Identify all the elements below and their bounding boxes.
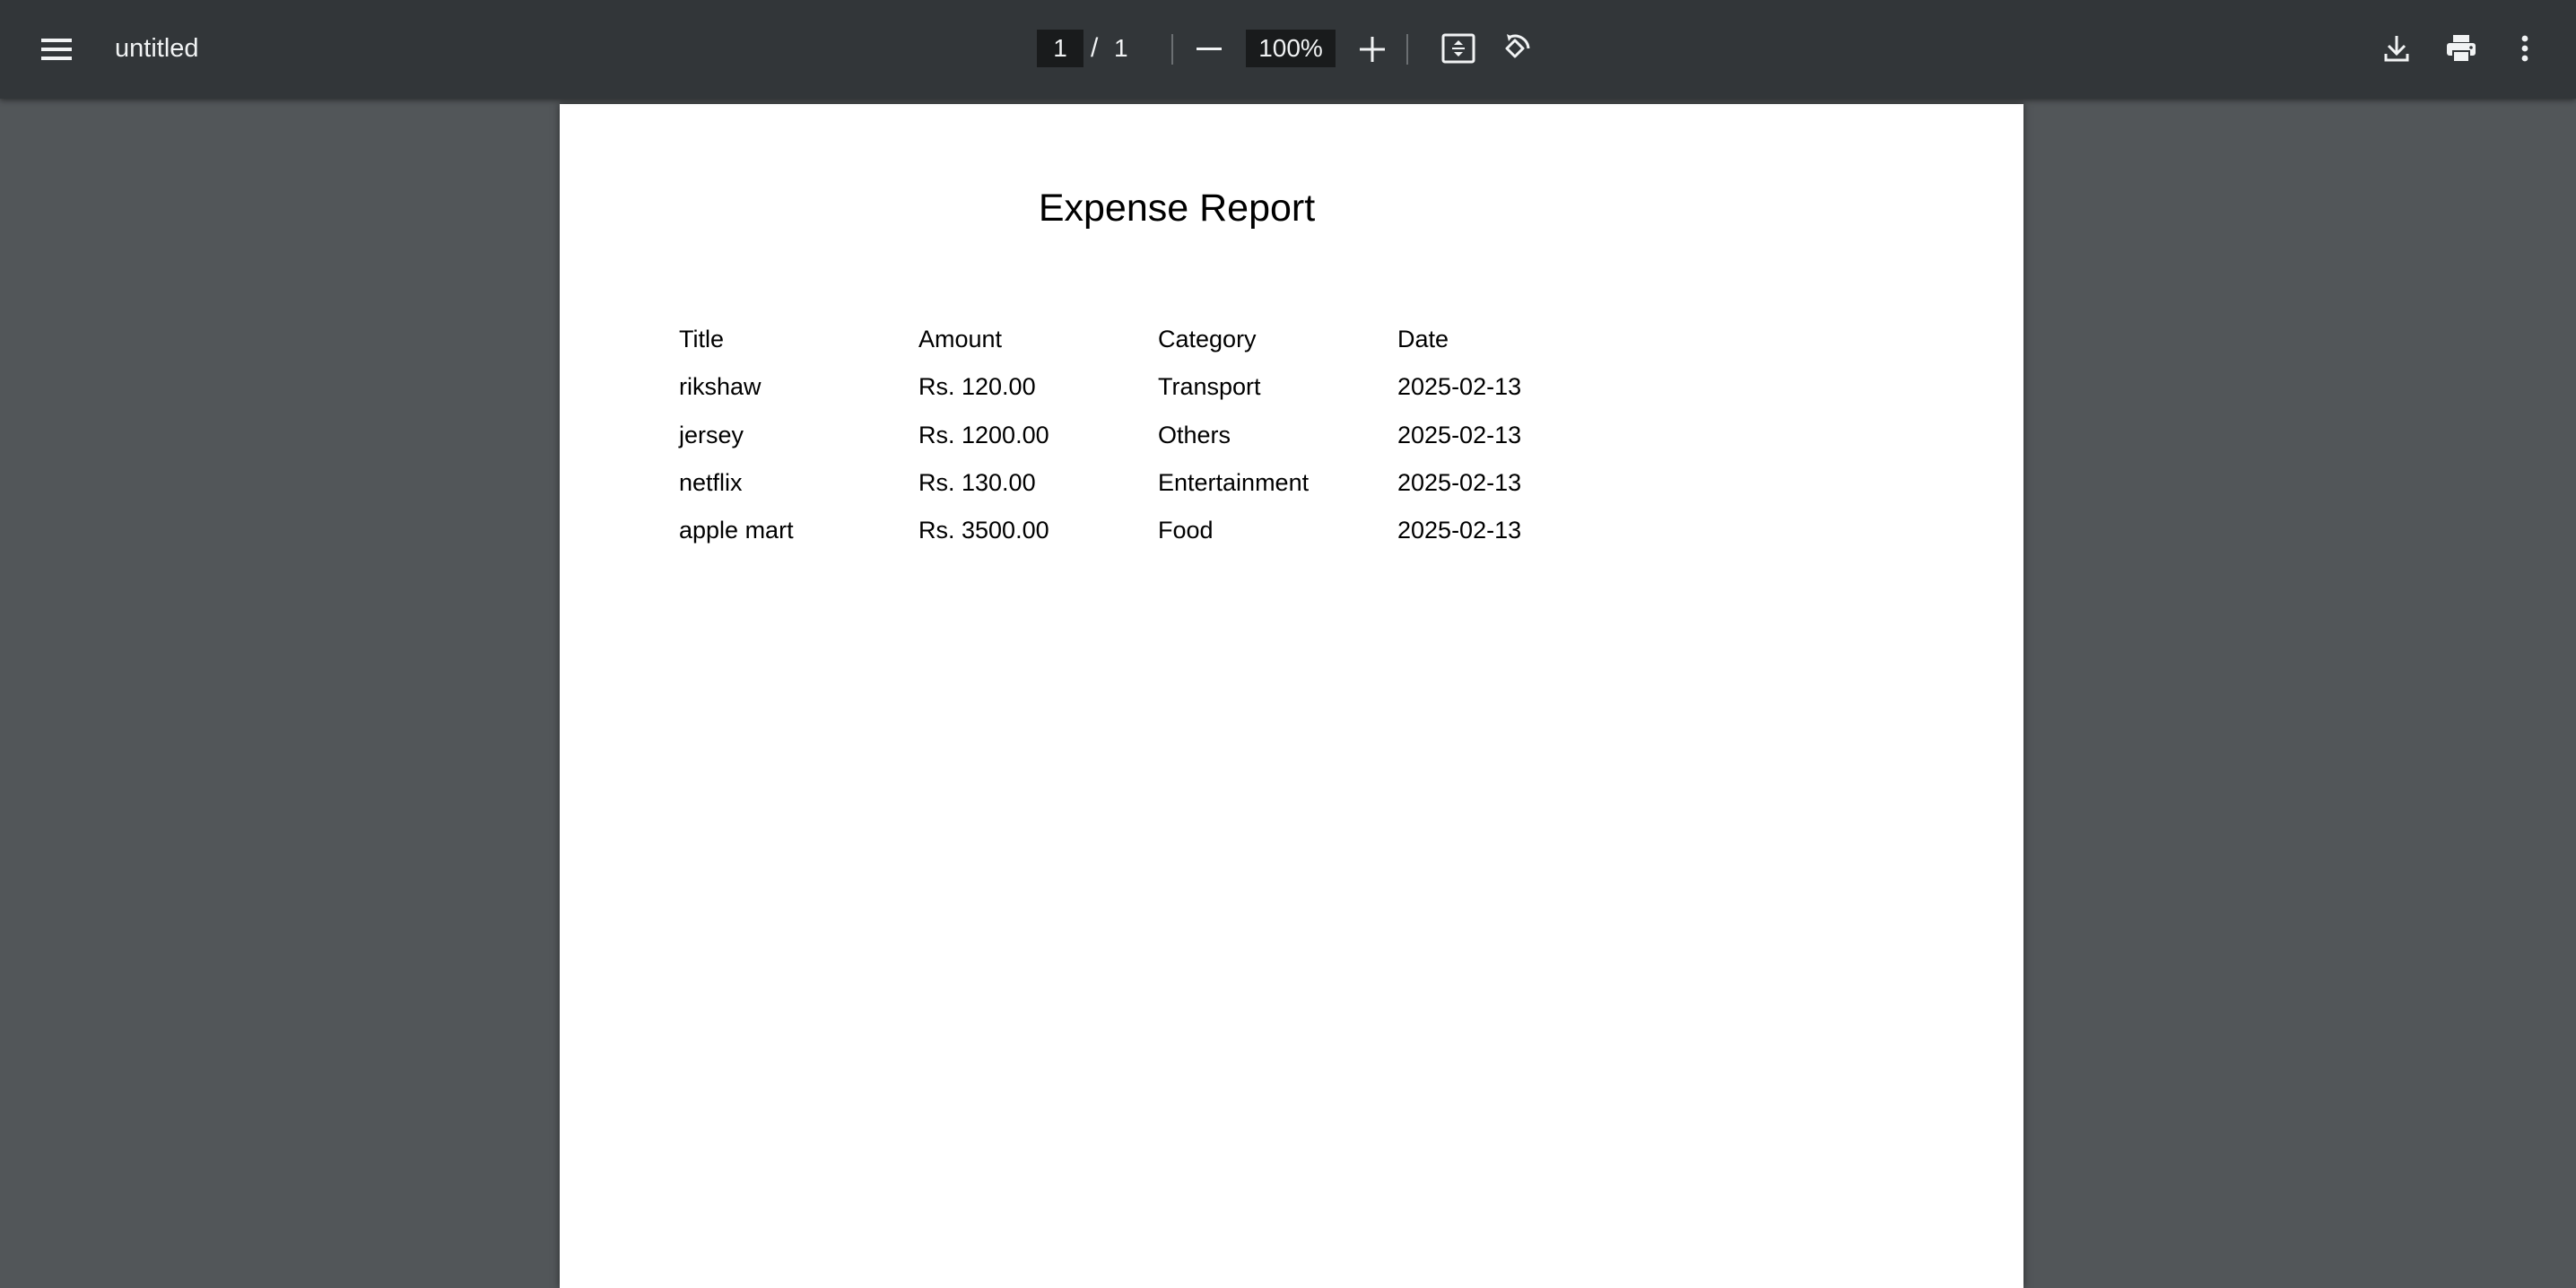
table-row: rikshaw Rs. 120.00 Transport 2025-02-13 [679,363,1637,411]
report-title: Expense Report [1038,187,1316,230]
rotate-counterclockwise-icon [1498,31,1532,65]
cell-amount: Rs. 3500.00 [918,517,1049,544]
fit-to-page-button[interactable] [1439,29,1478,68]
cell-category: Transport [1158,373,1261,401]
zoom-out-button[interactable] [1193,30,1225,68]
zoom-level-input[interactable]: 100% [1246,30,1336,67]
cell-title: rikshaw [679,373,761,401]
toolbar-divider [1171,34,1173,65]
download-icon [2384,34,2409,63]
print-button[interactable] [2441,29,2481,68]
fit-to-page-icon [1441,33,1475,64]
rotate-button[interactable] [1494,29,1536,68]
table-header-row: Title Amount Category Date [679,316,1637,363]
pdf-page: Expense Report Title Amount Category Dat… [560,104,2023,1288]
cell-title: apple mart [679,517,794,544]
cell-category: Others [1158,421,1231,448]
print-icon [2445,33,2477,64]
cell-date: 2025-02-13 [1397,373,1522,401]
cell-category: Food [1158,517,1214,544]
expense-table: Title Amount Category Date rikshaw Rs. 1… [679,316,1637,554]
page-separator: / [1091,33,1099,63]
document-title: untitled [115,34,199,63]
page-total: 1 [1114,34,1128,62]
toolbar-divider [1406,34,1408,65]
hamburger-menu-icon[interactable] [36,30,77,68]
zoom-in-button[interactable] [1354,30,1390,68]
more-options-button[interactable] [2511,29,2538,68]
minus-icon [1197,48,1222,51]
table-row: netflix Rs. 130.00 Entertainment 2025-02… [679,459,1637,507]
more-vert-icon [2521,35,2528,62]
header-date: Date [1397,326,1449,353]
download-button[interactable] [2379,29,2415,68]
cell-title: netflix [679,469,743,497]
cell-amount: Rs. 120.00 [918,373,1036,401]
cell-amount: Rs. 130.00 [918,469,1036,497]
page-number-input[interactable]: 1 [1037,30,1083,67]
cell-amount: Rs. 1200.00 [918,421,1049,448]
pdf-toolbar: untitled 1 / 1 100% [0,0,2576,99]
plus-icon [1360,37,1385,62]
cell-category: Entertainment [1158,469,1310,497]
header-title: Title [679,326,725,353]
header-category: Category [1158,326,1257,353]
header-amount: Amount [918,326,1003,353]
table-row: jersey Rs. 1200.00 Others 2025-02-13 [679,412,1637,459]
cell-date: 2025-02-13 [1397,421,1522,448]
cell-date: 2025-02-13 [1397,469,1522,497]
table-row: apple mart Rs. 3500.00 Food 2025-02-13 [679,507,1637,554]
cell-date: 2025-02-13 [1397,517,1522,544]
cell-title: jersey [679,421,744,448]
